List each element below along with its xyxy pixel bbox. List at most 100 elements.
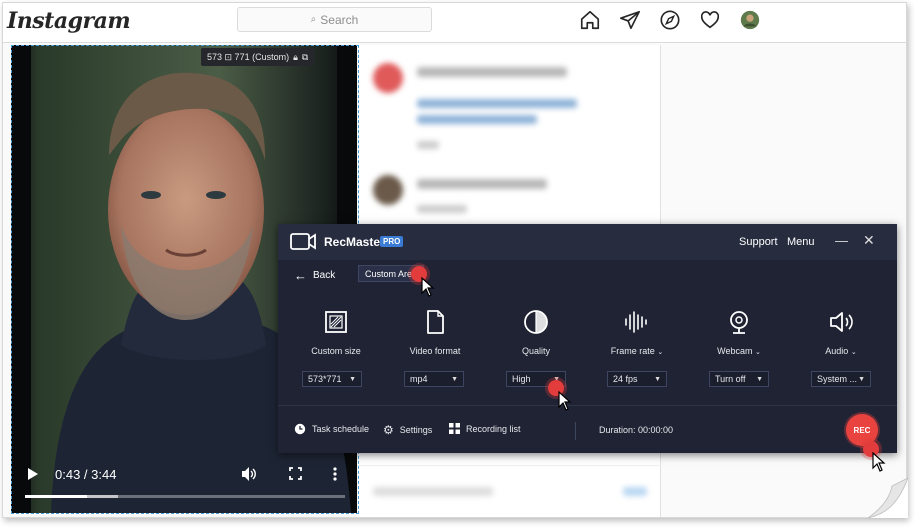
option-quality: Quality High ▼ (488, 308, 584, 387)
heart-icon[interactable] (699, 9, 721, 31)
divider (359, 465, 661, 466)
quality-icon (524, 310, 548, 334)
camera-logo-icon (290, 233, 316, 250)
recmaster-footer: Task schedule ⚙ Settings Recording list … (278, 405, 897, 453)
direct-icon[interactable] (619, 9, 641, 31)
option-video-format: Video format mp4 ▼ (387, 308, 483, 387)
task-schedule-button[interactable]: Task schedule (294, 423, 369, 435)
app-title: RecMaster (324, 235, 385, 249)
recmaster-window: RecMaster PRO Support Menu — ✕ ← Back Cu… (278, 224, 897, 453)
volume-icon[interactable] (241, 466, 257, 482)
selection-size: 573 ⊡ 771 (Custom) (207, 51, 290, 62)
comment-meta (417, 141, 439, 149)
back-button[interactable]: ← Back (294, 268, 335, 283)
option-label-text: Webcam (717, 346, 753, 356)
chevron-down-icon: ⌄ (755, 349, 761, 356)
comment-text (417, 115, 537, 124)
grid-icon (449, 423, 460, 434)
option-label: Audio ⌄ (793, 346, 889, 356)
copy-icon[interactable]: ⧉ (302, 52, 308, 63)
instagram-logo[interactable]: Instagram (7, 8, 131, 34)
profile-avatar[interactable] (739, 9, 761, 31)
search-placeholder: Search (320, 12, 359, 27)
file-icon (427, 310, 444, 334)
home-icon[interactable] (579, 9, 601, 31)
option-label-text: Frame rate (610, 346, 655, 356)
screenshot-frame: Instagram ⌕ Search 573 ⊡ 771 (Custom) 🔒︎… (2, 2, 907, 518)
selection-size-tag: 573 ⊡ 771 (Custom) 🔒︎ ⧉ (201, 48, 315, 66)
webcam-icon (730, 311, 748, 334)
video-format-select[interactable]: mp4 ▼ (404, 371, 464, 387)
frame-rate-select[interactable]: 24 fps ▼ (607, 371, 667, 387)
caret-down-icon: ▼ (349, 375, 356, 383)
option-label-text: Audio (825, 346, 849, 356)
recording-list-label: Recording list (466, 423, 521, 434)
custom-size-icon (325, 311, 347, 333)
settings-button[interactable]: ⚙ Settings (383, 423, 432, 437)
option-audio: Audio ⌄ System ... ▼ (793, 308, 889, 387)
instagram-header: Instagram ⌕ Search (3, 3, 906, 43)
webcam-select[interactable]: Turn off ▼ (709, 371, 769, 387)
option-label: Video format (409, 346, 461, 356)
arrow-left-icon: ← (294, 268, 307, 283)
comment-avatar (373, 175, 403, 205)
select-value: 24 fps (613, 374, 638, 384)
select-value: Turn off (715, 374, 746, 384)
option-webcam: Webcam ⌄ Turn off ▼ (691, 308, 787, 387)
menu-link[interactable]: Menu (787, 236, 815, 248)
support-link[interactable]: Support (739, 236, 778, 248)
caret-down-icon: ▼ (858, 375, 865, 383)
pro-badge: PRO (380, 236, 404, 247)
select-value: High (512, 374, 531, 384)
option-label: Custom size (311, 346, 361, 356)
speaker-icon (830, 312, 853, 332)
select-value: 573*771 (308, 374, 342, 384)
chevron-down-icon: ⌄ (850, 349, 857, 356)
search-input[interactable]: ⌕ Search (237, 7, 432, 32)
search-icon: ⌕ (310, 14, 317, 25)
option-frame-rate: Frame rate ⌄ 24 fps ▼ (589, 308, 685, 387)
comment-avatar (373, 63, 403, 93)
footer-divider (575, 422, 576, 440)
comment-text (417, 67, 567, 77)
fullscreen-icon[interactable] (289, 467, 302, 480)
settings-label: Settings (399, 425, 433, 435)
comment-meta (417, 205, 467, 213)
cursor-arrow-icon (872, 452, 886, 472)
caret-down-icon: ▼ (451, 375, 458, 383)
clock-icon (294, 423, 306, 435)
close-button[interactable]: ✕ (863, 232, 875, 249)
option-label: Frame rate ⌄ (589, 346, 685, 356)
comment-text (417, 99, 577, 108)
select-value: mp4 (410, 374, 428, 384)
post-button (623, 487, 647, 496)
recmaster-titlebar: RecMaster PRO Support Menu — ✕ (278, 224, 897, 260)
page-curl-decoration (868, 478, 908, 518)
caret-down-icon: ▼ (654, 375, 661, 383)
minimize-button[interactable]: — (835, 233, 848, 248)
video-progress-bar[interactable] (25, 495, 345, 498)
chevron-down-icon: ⌄ (657, 349, 664, 356)
gear-icon: ⚙ (383, 423, 394, 437)
caret-down-icon: ▼ (756, 375, 763, 383)
cursor-arrow-icon (421, 277, 435, 297)
video-controls: 0:43 / 3:44 (11, 459, 357, 513)
option-custom-size: Custom size 573*771 ▼ (288, 308, 384, 387)
comment-input (373, 487, 493, 496)
back-label: Back (313, 270, 336, 281)
audio-select[interactable]: System ... ▼ (811, 371, 871, 387)
custom-size-select[interactable]: 573*771 ▼ (302, 371, 362, 387)
explore-icon[interactable] (659, 9, 681, 31)
task-schedule-label: Task schedule (312, 424, 370, 434)
frame-rate-icon (625, 311, 647, 333)
duration-readout: Duration: 00:00:00 (599, 425, 674, 435)
lock-icon[interactable]: 🔒︎ (293, 52, 298, 63)
recording-list-button[interactable]: Recording list (449, 423, 521, 434)
play-icon[interactable] (27, 468, 39, 480)
video-time: 0:43 / 3:44 (55, 467, 117, 482)
option-label: Quality (521, 346, 550, 356)
more-options-icon[interactable] (333, 467, 337, 481)
cursor-arrow-icon (558, 391, 572, 411)
comment-text (417, 179, 547, 189)
select-value: System ... (817, 374, 858, 384)
